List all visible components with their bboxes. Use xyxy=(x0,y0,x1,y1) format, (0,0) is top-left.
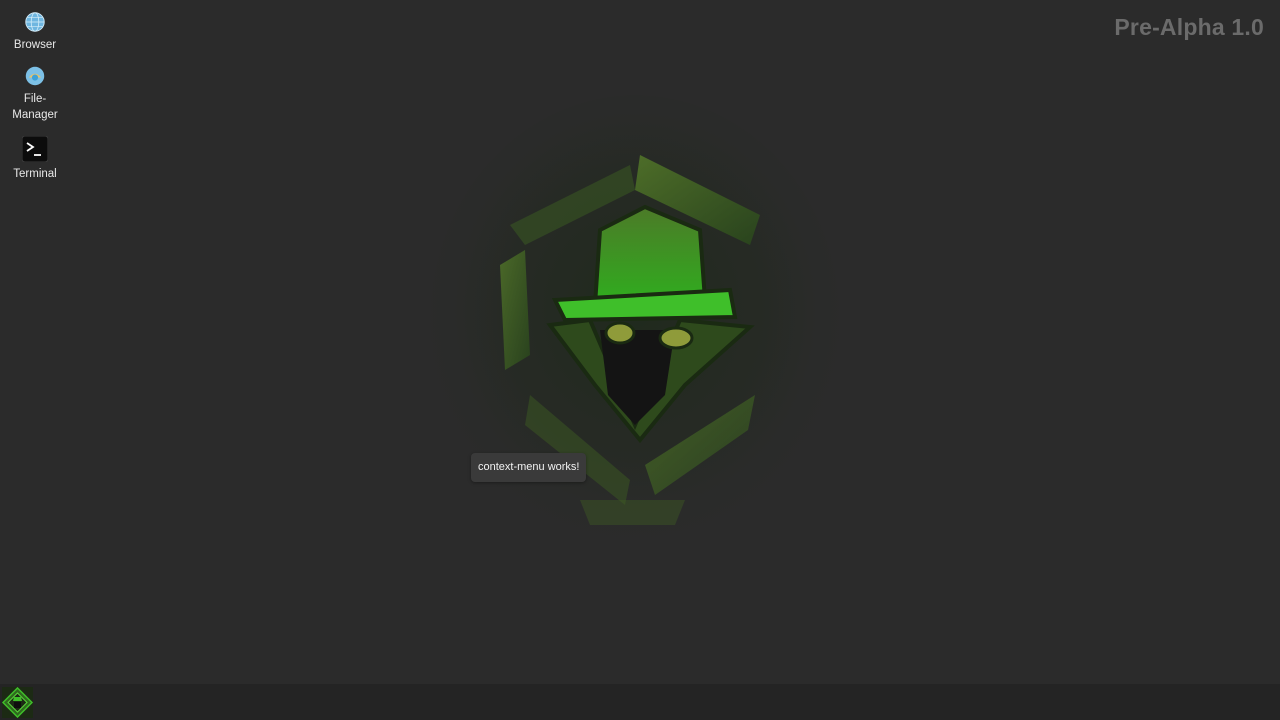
terminal-icon xyxy=(22,136,48,162)
desktop-icon-label: File- Manager xyxy=(12,93,58,121)
desktop-icon-label: Terminal xyxy=(13,168,57,180)
globe-icon xyxy=(25,12,45,32)
desktop-icon-file-manager[interactable]: File- Manager xyxy=(6,66,64,123)
taskbar xyxy=(0,684,1280,720)
file-manager-icon xyxy=(25,66,45,86)
desktop-icon-label: Browser xyxy=(13,39,57,51)
context-menu-text: context-menu works! xyxy=(478,461,580,473)
desktop[interactable]: Pre-Alpha 1.0 Browser File- Manager Term… xyxy=(0,0,1280,684)
hacker-logo-icon[interactable] xyxy=(2,687,33,718)
context-menu[interactable]: context-menu works! xyxy=(471,453,587,482)
version-label: Pre-Alpha 1.0 xyxy=(1114,14,1264,40)
desktop-icon-terminal[interactable]: Terminal xyxy=(6,136,64,182)
desktop-icon-browser[interactable]: Browser xyxy=(6,12,64,53)
